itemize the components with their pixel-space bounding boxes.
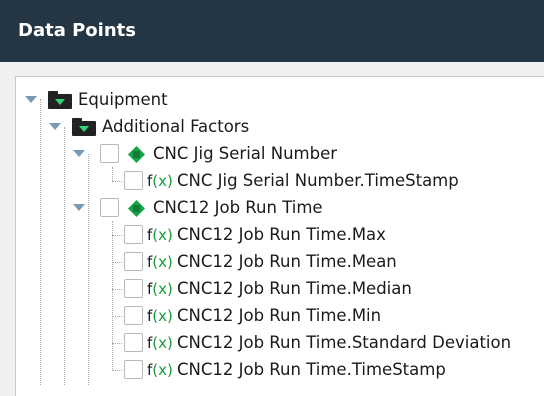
function-icon: f(x) <box>147 280 173 298</box>
function-icon: f(x) <box>147 172 173 190</box>
expand-toggle-icon[interactable] <box>73 204 85 211</box>
node-checkbox[interactable] <box>124 225 143 244</box>
tree-node-cnc-jig-serial-number[interactable]: CNC Jig Serial Number <box>16 141 544 168</box>
tree-node-cnc12-job-run-time-timestamp[interactable]: f(x) CNC12 Job Run Time.TimeStamp <box>16 357 544 384</box>
tree-node-cnc12-job-run-time-max[interactable]: f(x) CNC12 Job Run Time.Max <box>16 222 544 249</box>
tree-node-label: Additional Factors <box>102 117 250 136</box>
expand-toggle-icon[interactable] <box>49 123 61 130</box>
tree-node-cnc-jig-serial-number-timestamp[interactable]: f(x) CNC Jig Serial Number.TimeStamp <box>16 168 544 195</box>
node-checkbox[interactable] <box>100 198 119 217</box>
green-diamond-icon <box>128 146 145 163</box>
node-checkbox[interactable] <box>100 144 119 163</box>
node-checkbox[interactable] <box>124 171 143 190</box>
tree-node-label: CNC12 Job Run Time.Median <box>177 279 412 298</box>
tree-node-cnc12-job-run-time-median[interactable]: f(x) CNC12 Job Run Time.Median <box>16 276 544 303</box>
function-icon: f(x) <box>147 334 173 352</box>
node-checkbox[interactable] <box>124 333 143 352</box>
function-icon: f(x) <box>147 307 173 325</box>
folder-icon <box>48 91 72 109</box>
green-diamond-icon <box>128 200 145 217</box>
node-checkbox[interactable] <box>124 252 143 271</box>
expand-toggle-icon[interactable] <box>25 96 37 103</box>
tree-node-cnc12-job-run-time-mean[interactable]: f(x) CNC12 Job Run Time.Mean <box>16 249 544 276</box>
tree-node-label: CNC Jig Serial Number.TimeStamp <box>177 171 459 190</box>
tree-node-label: CNC12 Job Run Time.Standard Deviation <box>177 333 512 352</box>
node-checkbox[interactable] <box>124 279 143 298</box>
node-checkbox[interactable] <box>124 306 143 325</box>
tree-node-cnc12-job-run-time[interactable]: CNC12 Job Run Time <box>16 195 544 222</box>
tree-node-label: CNC Jig Serial Number <box>153 144 338 163</box>
data-points-tree: Equipment Additional Factors CNC Jig Ser… <box>15 76 544 396</box>
node-checkbox[interactable] <box>124 360 143 379</box>
tree-node-cnc12-job-run-time-standard-deviation[interactable]: f(x) CNC12 Job Run Time.Standard Deviati… <box>16 330 544 357</box>
function-icon: f(x) <box>147 361 173 379</box>
tree-node-equipment[interactable]: Equipment <box>16 87 544 114</box>
folder-icon <box>72 118 96 136</box>
panel-header: Data Points <box>0 0 544 62</box>
function-icon: f(x) <box>147 253 173 271</box>
tree-node-label: CNC12 Job Run Time.Min <box>177 306 382 325</box>
tree-node-cnc12-job-run-time-min[interactable]: f(x) CNC12 Job Run Time.Min <box>16 303 544 330</box>
function-icon: f(x) <box>147 226 173 244</box>
tree-node-label: Equipment <box>78 90 168 109</box>
tree-node-label: CNC12 Job Run Time.TimeStamp <box>177 360 446 379</box>
tree-node-additional-factors[interactable]: Additional Factors <box>16 114 544 141</box>
tree-node-label: CNC12 Job Run Time.Mean <box>177 252 397 271</box>
expand-toggle-icon[interactable] <box>73 150 85 157</box>
tree-node-label: CNC12 Job Run Time <box>153 198 323 217</box>
page-title: Data Points <box>18 20 136 41</box>
tree-node-label: CNC12 Job Run Time.Max <box>177 225 386 244</box>
